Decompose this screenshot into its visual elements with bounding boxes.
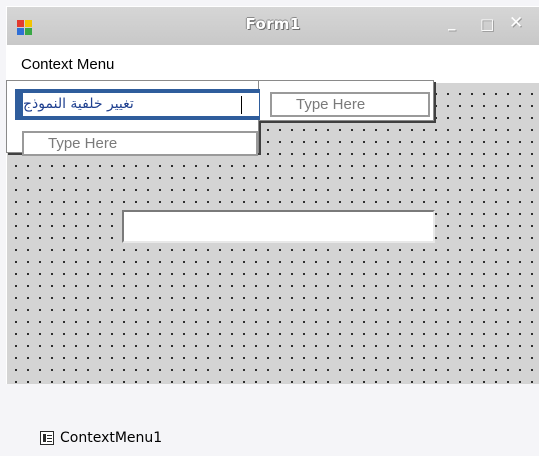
title-bar[interactable]: Form1 _ □ ✕ xyxy=(7,7,539,45)
close-button[interactable]: ✕ xyxy=(509,13,523,33)
context-menu-strip[interactable]: Context Menu xyxy=(7,45,539,83)
window-title: Form1 xyxy=(245,15,301,33)
minimize-button[interactable]: _ xyxy=(448,13,456,31)
new-item-type-here[interactable]: Type Here xyxy=(22,131,258,156)
form1-window[interactable]: Form1 _ □ ✕ Context Menu xyxy=(6,6,539,384)
textbox1[interactable] xyxy=(122,210,435,243)
submenu-type-here[interactable]: Type Here xyxy=(270,92,430,117)
menu-item-edit-field[interactable]: تغيير خلفية النموذج xyxy=(22,92,260,117)
tray-component-label: ContextMenu1 xyxy=(60,430,163,446)
text-caret xyxy=(241,96,242,114)
menu-item-text: تغيير خلفية النموذج xyxy=(23,96,134,112)
maximize-button[interactable]: □ xyxy=(480,15,494,33)
context-menu-component-icon xyxy=(40,431,54,445)
context-menu-label[interactable]: Context Menu xyxy=(21,56,114,73)
